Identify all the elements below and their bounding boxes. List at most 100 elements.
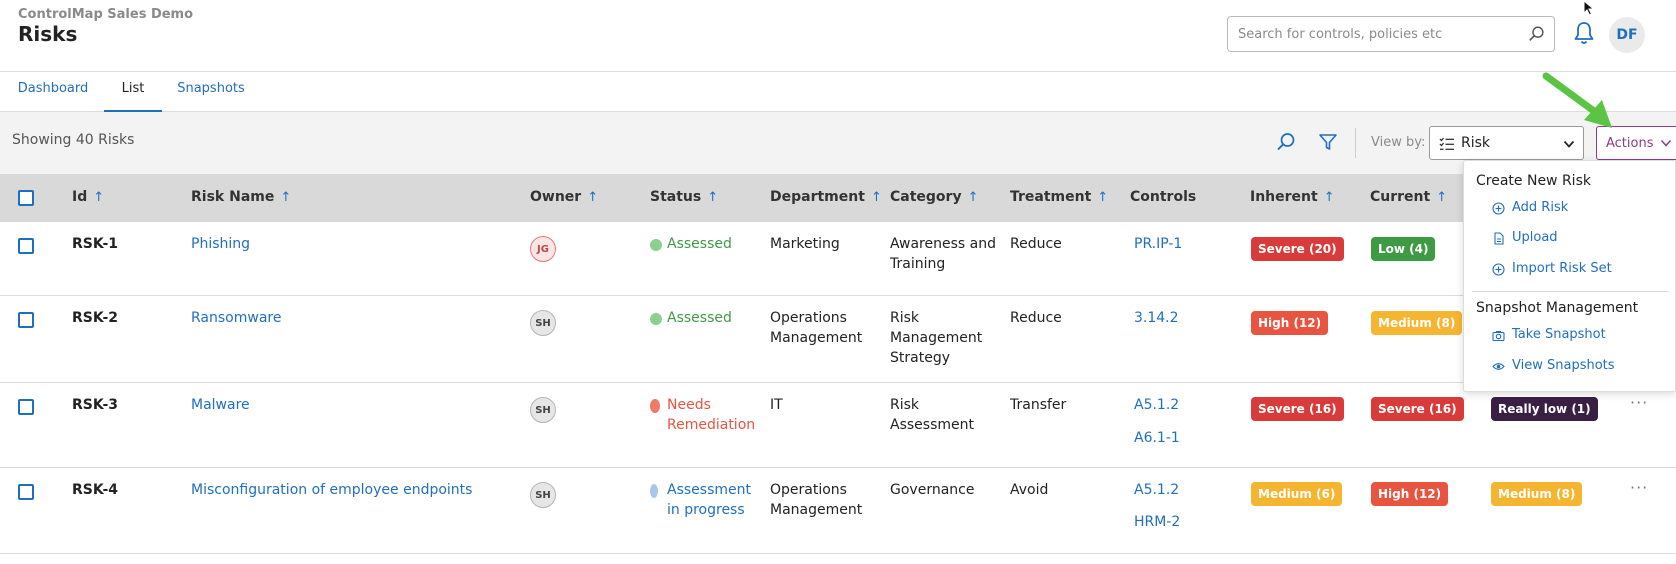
department: Operations Management (770, 482, 863, 518)
sort-up-icon: ↑ (1097, 190, 1109, 205)
select-all-checkbox[interactable] (18, 190, 34, 206)
camera-icon (1492, 331, 1505, 342)
table-row[interactable]: RSK-3 Malware SH Needs Remediation IT Ri… (0, 383, 1676, 468)
view-by-label: View by: (1371, 135, 1426, 150)
risk-name-link[interactable]: Phishing (191, 234, 250, 254)
actions-menu: Create New Risk Add Risk Upload Import R… (1463, 160, 1676, 392)
global-search[interactable] (1227, 16, 1555, 52)
col-header-inherent[interactable]: Inherent ↑ (1250, 189, 1335, 205)
menu-item-add-risk[interactable]: Add Risk (1492, 200, 1568, 215)
col-header-id[interactable]: Id ↑ (72, 189, 104, 205)
col-header-current[interactable]: Current ↑ (1370, 189, 1447, 205)
inherent-risk-badge: Medium (6) (1251, 482, 1343, 506)
row-checkbox[interactable] (18, 238, 34, 254)
col-header-treatment[interactable]: Treatment ↑ (1010, 189, 1108, 205)
risk-name-link[interactable]: Misconfiguration of employee endpoints (191, 480, 472, 500)
control-link[interactable]: PR.IP-1 (1134, 234, 1182, 254)
list-icon (1439, 137, 1454, 150)
category: Risk Assessment (890, 397, 974, 433)
status-dot (650, 399, 660, 413)
col-header-department[interactable]: Department ↑ (770, 189, 882, 205)
control-link[interactable]: 3.14.2 (1134, 308, 1179, 328)
treatment: Reduce (1010, 236, 1062, 252)
chevron-down-icon (1660, 139, 1671, 147)
tab-bar: Dashboard List Snapshots (0, 72, 1676, 112)
col-header-controls[interactable]: Controls (1130, 189, 1196, 205)
current-risk-badge: Severe (16) (1371, 397, 1464, 421)
control-link[interactable]: A5.1.2 (1134, 395, 1179, 415)
risk-name-link[interactable]: Malware (191, 395, 250, 415)
tab-list[interactable]: List (104, 72, 162, 112)
treatment: Reduce (1010, 310, 1062, 326)
tab-snapshots[interactable]: Snapshots (176, 72, 246, 112)
menu-section-create: Create New Risk (1476, 173, 1591, 189)
table-row[interactable]: RSK-2 Ransomware SH Assessed Operations … (0, 296, 1676, 383)
menu-item-view-snapshots[interactable]: View Snapshots (1492, 358, 1615, 373)
col-header-owner[interactable]: Owner ↑ (530, 189, 598, 205)
upload-icon (1494, 232, 1504, 245)
category: Risk Management Strategy (890, 310, 983, 366)
risk-name-link[interactable]: Ransomware (191, 308, 281, 328)
table-row[interactable]: RSK-1 Phishing JG Assessed Marketing Awa… (0, 222, 1676, 296)
department: Operations Management (770, 310, 863, 346)
list-toolbar: Showing 40 Risks View by: Risk Actions (0, 112, 1676, 174)
status-dot (650, 484, 658, 498)
current-risk-badge: High (12) (1371, 482, 1449, 506)
page-header: ControlMap Sales Demo Risks DF (0, 0, 1676, 72)
org-name: ControlMap Sales Demo (18, 7, 194, 22)
col-header-status[interactable]: Status ↑ (650, 189, 718, 205)
status-badge: Assessed (650, 234, 732, 254)
risk-id: RSK-4 (72, 482, 119, 498)
current-risk-badge: Low (4) (1371, 237, 1436, 261)
current-risk-badge: Medium (8) (1371, 311, 1463, 335)
sort-up-icon: ↑ (870, 190, 882, 205)
status-dot (650, 239, 662, 251)
owner-avatar: JG (530, 236, 556, 262)
more-icon[interactable]: ··· (1630, 393, 1648, 412)
table-row[interactable]: RSK-4 Misconfiguration of employee endpo… (0, 468, 1676, 554)
row-checkbox[interactable] (18, 484, 34, 500)
menu-item-upload[interactable]: Upload (1492, 230, 1558, 245)
view-by-value: Risk (1461, 135, 1491, 151)
owner-avatar: SH (530, 482, 556, 508)
sort-up-icon: ↑ (707, 190, 719, 205)
menu-item-import-risk-set[interactable]: Import Risk Set (1492, 261, 1612, 276)
sort-up-icon: ↑ (967, 190, 979, 205)
page-title: Risks (18, 22, 78, 46)
plus-circle-icon (1492, 263, 1505, 276)
search-icon[interactable] (1276, 132, 1296, 152)
search-input[interactable] (1238, 17, 1518, 51)
user-avatar[interactable]: DF (1609, 17, 1645, 53)
row-checkbox[interactable] (18, 399, 34, 415)
more-icon[interactable]: ··· (1630, 478, 1648, 497)
residual-risk-badge: Medium (8) (1491, 482, 1583, 506)
tab-dashboard[interactable]: Dashboard (16, 72, 90, 112)
col-header-category[interactable]: Category ↑ (890, 189, 979, 205)
search-icon[interactable] (1528, 25, 1546, 43)
sort-up-icon: ↑ (93, 190, 105, 205)
control-link[interactable]: A6.1-1 (1134, 428, 1180, 448)
toolbar-divider (1355, 128, 1356, 158)
owner-avatar: SH (530, 310, 556, 336)
menu-item-take-snapshot[interactable]: Take Snapshot (1492, 327, 1606, 342)
inherent-risk-badge: Severe (16) (1251, 397, 1344, 421)
sort-up-icon: ↑ (280, 190, 292, 205)
control-link[interactable]: A5.1.2 (1134, 480, 1179, 500)
residual-risk-badge: Really low (1) (1491, 397, 1598, 421)
status-badge: Assessed (650, 308, 732, 328)
inherent-risk-badge: High (12) (1251, 311, 1329, 335)
filter-icon[interactable] (1318, 132, 1338, 152)
row-checkbox[interactable] (18, 312, 34, 328)
status-badge: Needs Remediation (650, 395, 755, 435)
sort-up-icon: ↑ (1323, 190, 1335, 205)
result-count: Showing 40 Risks (12, 132, 135, 148)
col-header-risk-name[interactable]: Risk Name ↑ (191, 189, 291, 205)
treatment: Avoid (1010, 482, 1049, 498)
sort-up-icon: ↑ (1436, 190, 1448, 205)
table-header: Id ↑ Risk Name ↑ Owner ↑ Status ↑ Department… (0, 174, 1676, 222)
inherent-risk-badge: Severe (20) (1251, 237, 1344, 261)
bell-icon[interactable] (1572, 20, 1596, 46)
plus-circle-icon (1492, 202, 1505, 215)
department: Marketing (770, 236, 840, 252)
control-link[interactable]: HRM-2 (1134, 512, 1180, 532)
